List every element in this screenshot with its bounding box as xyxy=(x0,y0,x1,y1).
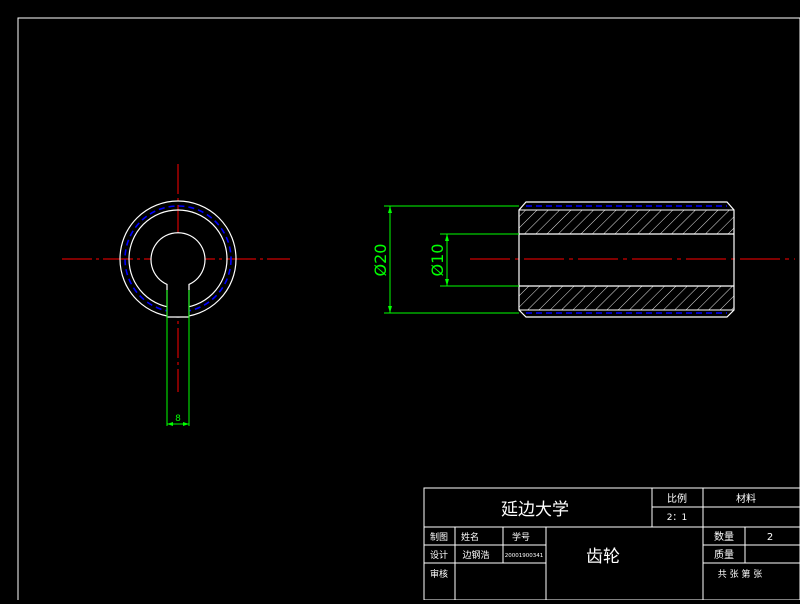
drawn-by-label: 制图 xyxy=(430,531,448,543)
inner-diameter-dimension: Ø10 xyxy=(428,244,447,277)
inner-dia-arrow-top xyxy=(445,234,449,241)
key-dim-arrow-left xyxy=(167,422,173,426)
front-view: 8 xyxy=(62,164,290,426)
key-dim-arrow-right xyxy=(183,422,189,426)
side-view: Ø20 Ø10 xyxy=(371,201,795,318)
outer-dia-arrow-bottom xyxy=(388,306,392,313)
key-width-dimension: 8 xyxy=(175,414,181,424)
material-label: 材料 xyxy=(736,492,756,505)
student-id-label: 学号 xyxy=(512,531,530,543)
inner-dia-arrow-bottom xyxy=(445,279,449,286)
review-label: 审核 xyxy=(430,568,448,580)
scale-label: 比例 xyxy=(667,492,687,505)
design-label: 设计 xyxy=(430,549,448,561)
school-name: 延边大学 xyxy=(501,500,569,520)
lower-section-hatch xyxy=(519,286,734,310)
outer-dia-arrow-top xyxy=(388,206,392,213)
upper-section-hatch xyxy=(519,210,734,234)
quantity-label: 数量 xyxy=(714,530,734,543)
title-block-text: 延边大学 比例 2：1 材料 制图 姓名 学号 设计 边钢浩 200019003… xyxy=(430,492,773,580)
part-name: 齿轮 xyxy=(586,547,620,567)
name-label: 姓名 xyxy=(461,531,479,543)
cad-drawing: 8 Ø20 Ø10 延边大学 比例 2：1 材料 制图 姓名 学号 设计 边钢浩… xyxy=(0,0,800,604)
quantity-value: 2 xyxy=(767,532,773,543)
outer-diameter-dimension: Ø20 xyxy=(371,244,390,277)
drawing-canvas: 8 Ø20 Ø10 延边大学 比例 2：1 材料 制图 姓名 学号 设计 边钢浩… xyxy=(17,17,800,604)
mass-label: 质量 xyxy=(714,549,734,561)
scale-value: 2：1 xyxy=(667,513,687,523)
student-id-value: 20001900341 xyxy=(505,553,544,559)
sheet-info: 共 张 第 张 xyxy=(718,568,763,580)
designer-name: 边钢浩 xyxy=(462,549,489,561)
